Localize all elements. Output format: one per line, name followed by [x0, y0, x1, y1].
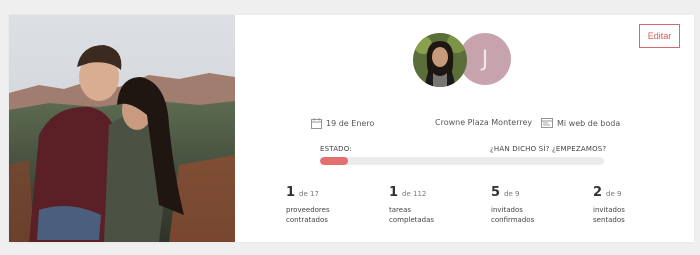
- stat-vendors[interactable]: 1 de 17 proveedores contratados: [286, 185, 386, 225]
- stat-label: tareas completadas: [389, 206, 435, 224]
- partner-initial: J: [481, 46, 489, 72]
- stat-value: 2: [593, 185, 603, 200]
- stat-value: 5: [491, 185, 501, 200]
- stat-total: de 9: [606, 190, 622, 198]
- stat-guests-confirmed[interactable]: 5 de 9 invitados confirmados: [491, 185, 591, 225]
- stat-total: de 112: [402, 190, 427, 198]
- status-label: ESTADO:: [320, 145, 352, 153]
- stat-label: proveedores contratados: [286, 206, 330, 224]
- stat-guests-seated[interactable]: 2 de 9 invitados sentados: [593, 185, 693, 225]
- wedding-website-link[interactable]: Mi web de boda: [541, 118, 620, 128]
- stat-tasks[interactable]: 1 de 112 tareas completadas: [389, 185, 489, 225]
- user-avatar[interactable]: [413, 33, 467, 87]
- wedding-venue: Crowne Plaza Monterrey: [435, 118, 532, 127]
- stat-label: invitados sentados: [593, 206, 625, 224]
- stat-label: invitados confirmados: [491, 206, 535, 224]
- wedding-date: 19 de Enero: [311, 118, 374, 129]
- wedding-venue-text: Crowne Plaza Monterrey: [435, 118, 533, 127]
- edit-button[interactable]: Editar: [639, 24, 680, 48]
- stat-value: 1: [389, 185, 399, 200]
- status-progress-fill: [320, 157, 349, 165]
- calendar-icon: [311, 118, 322, 129]
- web-icon: [541, 118, 553, 128]
- couple-photo: [9, 15, 235, 242]
- wedding-date-text: 19 de Enero: [326, 119, 375, 128]
- status-cta[interactable]: ¿HAN DICHO SÍ? ¿EMPEZAMOS?: [490, 145, 606, 153]
- stat-value: 1: [286, 185, 296, 200]
- wedding-website-text: Mi web de boda: [557, 118, 621, 128]
- stat-total: de 9: [504, 190, 520, 198]
- stat-total: de 17: [299, 190, 319, 198]
- status-progress-bar: [320, 157, 604, 165]
